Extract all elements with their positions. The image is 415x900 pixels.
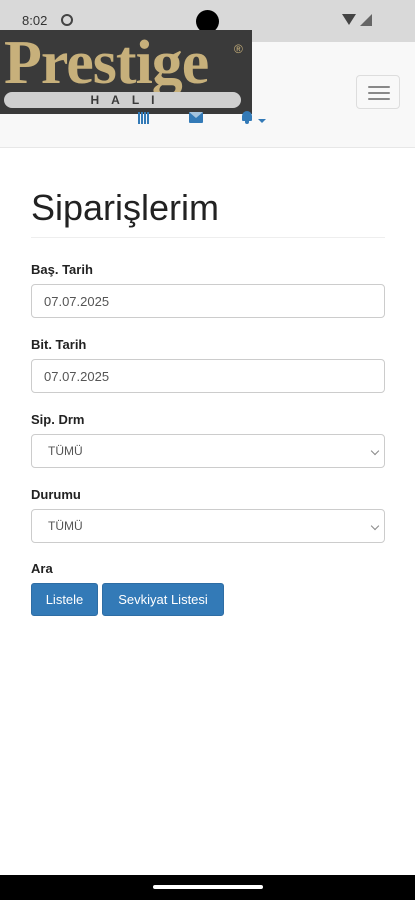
order-status-select[interactable]: TÜMÜ	[31, 434, 385, 468]
order-status-selected: TÜMÜ	[48, 444, 83, 458]
logo-wordmark: Prestige	[4, 29, 209, 97]
chevron-down-icon	[370, 521, 380, 531]
envelope-icon[interactable]	[189, 112, 203, 123]
brand-logo[interactable]: Prestige ® HALI	[0, 30, 252, 114]
hamburger-icon-bar	[368, 98, 390, 100]
end-date-input[interactable]	[31, 359, 385, 393]
barcode-icon[interactable]	[138, 112, 150, 124]
home-gesture-handle[interactable]	[153, 885, 263, 889]
list-button[interactable]: Listele	[31, 583, 98, 616]
wifi-icon	[342, 14, 356, 25]
bell-icon[interactable]	[241, 111, 253, 124]
caret-down-icon[interactable]	[258, 119, 266, 123]
bell-icon-dome	[242, 111, 252, 121]
end-date-label: Bit. Tarih	[31, 337, 87, 352]
start-date-input[interactable]	[31, 284, 385, 318]
status-select[interactable]: TÜMÜ	[31, 509, 385, 543]
hamburger-icon	[368, 86, 390, 88]
status-time: 8:02	[22, 13, 48, 28]
logo-subtitle: HALI	[4, 92, 241, 108]
status-label: Durumu	[31, 487, 81, 502]
page-title: Siparişlerim	[31, 187, 220, 228]
start-date-label: Baş. Tarih	[31, 262, 93, 277]
status-selected: TÜMÜ	[48, 519, 83, 533]
chevron-down-icon	[370, 446, 380, 456]
menu-toggle-button[interactable]	[356, 75, 400, 109]
order-status-label: Sip. Drm	[31, 412, 85, 427]
system-navigation-bar	[0, 875, 415, 900]
logo-registered-mark: ®	[234, 42, 243, 56]
signal-icon	[360, 14, 372, 26]
hamburger-icon-bar	[368, 92, 390, 94]
search-label: Ara	[31, 561, 53, 576]
notification-status-icon	[61, 14, 73, 26]
shipment-list-button[interactable]: Sevkiyat Listesi	[102, 583, 224, 616]
title-divider	[31, 237, 385, 238]
